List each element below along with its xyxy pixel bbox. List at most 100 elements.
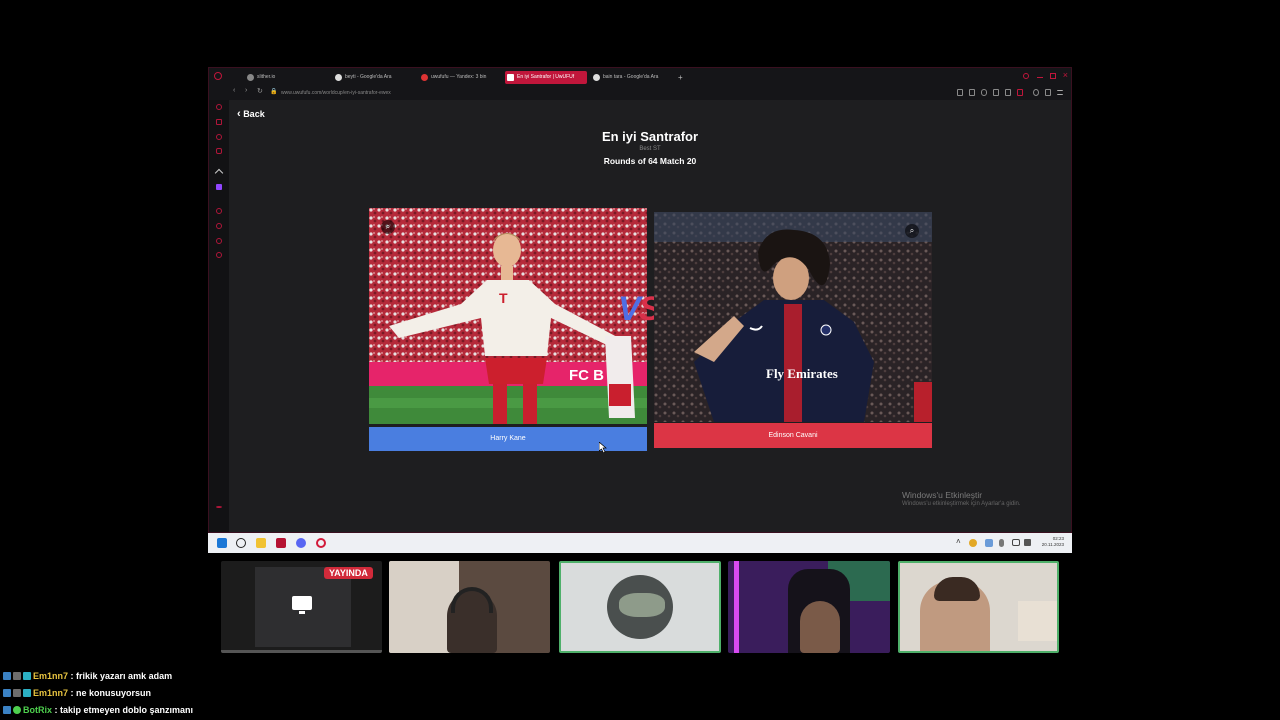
jersey-logo-text: T	[499, 290, 508, 306]
mod-badge-icon	[13, 672, 21, 680]
tab-slither[interactable]: slither.io	[245, 71, 329, 84]
close-window-button[interactable]: ×	[1063, 70, 1068, 80]
app-icon[interactable]	[276, 538, 286, 548]
google-favicon-icon	[593, 74, 600, 81]
verified-badge-icon	[3, 689, 11, 697]
webcam-tile-2	[389, 561, 550, 653]
chat-text: : ne konusuyorsun	[70, 688, 152, 698]
sidebar-home-icon[interactable]	[216, 104, 222, 110]
player-name-right[interactable]: Edinson Cavani	[654, 423, 932, 448]
tab-beyti[interactable]: beyti - Google'da Ara	[333, 71, 417, 84]
zoom-icon[interactable]: ⌕	[381, 220, 395, 234]
tab-bar: slither.io beyti - Google'da Ara uwufufu…	[209, 68, 1071, 86]
browser-sidebar	[209, 100, 229, 532]
search-tabs-icon[interactable]	[1023, 73, 1029, 79]
menu-icon[interactable]	[1057, 90, 1063, 95]
person-silhouette	[800, 601, 840, 653]
forward-nav-icon[interactable]: ›	[245, 87, 247, 94]
tray-monitor-icon[interactable]	[1012, 539, 1020, 546]
google-favicon-icon	[335, 74, 342, 81]
file-explorer-icon[interactable]	[256, 538, 266, 548]
new-tab-button[interactable]: +	[675, 71, 689, 84]
purple-light-strip	[734, 561, 739, 653]
webcam-tile-4	[728, 561, 890, 653]
round-label: Rounds of 64 Match 20	[603, 156, 697, 166]
tab-google[interactable]: bain tara - Google'da Ara	[591, 71, 675, 84]
back-nav-icon[interactable]: ‹	[233, 87, 235, 94]
tray-network-icon[interactable]	[985, 539, 993, 547]
download-icon[interactable]	[1045, 89, 1051, 96]
sidebar-messenger-icon[interactable]	[216, 134, 222, 140]
mod-badge-icon	[13, 689, 21, 697]
maximize-button[interactable]	[1050, 73, 1056, 79]
favicon-icon	[247, 74, 254, 81]
jersey-sponsor-text: Fly Emirates	[766, 366, 838, 381]
lock-icon: 🔒	[270, 89, 278, 95]
tab-yandex[interactable]: uwufufu — Yandex: 3 bin	[419, 71, 503, 84]
zoom-icon[interactable]: ⌕	[905, 224, 919, 238]
sidebar-twitch-icon[interactable]	[216, 184, 222, 190]
sidebar-history-icon[interactable]	[216, 208, 222, 214]
candidate-card-right[interactable]: Fly Emirates ⌕ Edinson Cavani	[654, 212, 932, 450]
sub-badge-icon	[23, 689, 31, 697]
sub-badge-icon	[23, 672, 31, 680]
tray-mic-icon[interactable]	[999, 539, 1004, 547]
opera-icon[interactable]	[316, 538, 326, 548]
chat-username[interactable]: Em1nn7	[33, 688, 68, 698]
sidebar-aria-icon[interactable]	[216, 119, 222, 125]
mouse-cursor-icon	[599, 442, 607, 453]
chat-text: : takip etmeyen doblo şanzımanı	[54, 705, 194, 715]
verified-badge-icon	[3, 706, 11, 714]
sidebar-arrow-icon[interactable]	[214, 168, 224, 178]
yandex-favicon-icon	[421, 74, 428, 81]
extensions-icon[interactable]	[993, 89, 999, 96]
webcam-tile-5	[898, 561, 1059, 653]
page-viewport: ‹ Back En iyi Santrafor Best ST Rounds o…	[229, 100, 1071, 532]
verified-badge-icon	[3, 672, 11, 680]
monitor-icon	[292, 596, 312, 610]
candidate-card-left[interactable]: FC B T ⌕ Harry Kane	[369, 208, 647, 452]
shield-icon[interactable]	[981, 89, 987, 96]
sidebar-clock-icon[interactable]	[216, 223, 222, 229]
tray-chevron-icon[interactable]: ˄	[956, 537, 961, 546]
player-photo-left[interactable]: FC B T	[369, 208, 647, 424]
minimize-button[interactable]	[1037, 77, 1043, 78]
uwufufu-favicon-icon	[507, 74, 514, 81]
sidebar-more-icon[interactable]	[216, 506, 222, 508]
tab-uwufufu[interactable]: En iyi Santrafor | UwUFUf	[505, 71, 587, 84]
bookmark-icon[interactable]	[957, 89, 963, 96]
tray-volume-icon[interactable]	[1024, 539, 1031, 546]
player-photo-right[interactable]: Fly Emirates	[654, 212, 932, 422]
heart-icon[interactable]	[1017, 89, 1023, 96]
windows-start-icon[interactable]	[217, 538, 227, 548]
snapshot-icon[interactable]	[969, 89, 975, 96]
address-bar: ‹ › ↻ 🔒 www.uwufufu.com/worldcup/en-iyi-…	[209, 86, 1071, 100]
search-icon[interactable]	[236, 538, 246, 548]
hair-shape	[934, 577, 980, 601]
chat-username[interactable]: Em1nn7	[33, 671, 68, 681]
sidebar-instagram-icon[interactable]	[216, 148, 222, 154]
sidebar-settings-icon[interactable]	[216, 252, 222, 258]
tray-app-icon[interactable]	[969, 539, 977, 547]
windows-activation-title: Windows'u Etkinleştir	[902, 490, 983, 500]
windows-activation-hint: Windows'u etkinleştirmek için Ayarlar'a …	[902, 501, 1021, 507]
profile-icon[interactable]	[1033, 89, 1039, 96]
webcam-tile-3	[559, 561, 721, 653]
stadium-board-text: FC B	[569, 367, 604, 384]
back-button[interactable]: ‹ Back	[237, 108, 265, 120]
live-badge: YAYINDA	[324, 567, 373, 579]
play-icon[interactable]	[1005, 89, 1011, 96]
chevron-left-icon: ‹	[237, 108, 241, 120]
chat-text: : frikik yazarı amk adam	[70, 671, 173, 681]
discord-icon[interactable]	[296, 538, 306, 548]
bot-badge-icon	[13, 706, 21, 714]
page-title: En iyi Santrafor	[601, 129, 699, 144]
taskbar-clock[interactable]: 02:23 20.11.2023	[1042, 536, 1064, 548]
reload-icon[interactable]: ↻	[257, 87, 263, 95]
url-field[interactable]: www.uwufufu.com/worldcup/en-iyi-santrafo…	[281, 88, 391, 98]
sidebar-cube-icon[interactable]	[216, 238, 222, 244]
chat-message: BotRix : takip etmeyen doblo şanzımanı	[3, 705, 193, 715]
chat-username[interactable]: BotRix	[23, 705, 52, 715]
desk-item	[1018, 601, 1057, 641]
opera-logo-icon[interactable]	[214, 72, 222, 80]
